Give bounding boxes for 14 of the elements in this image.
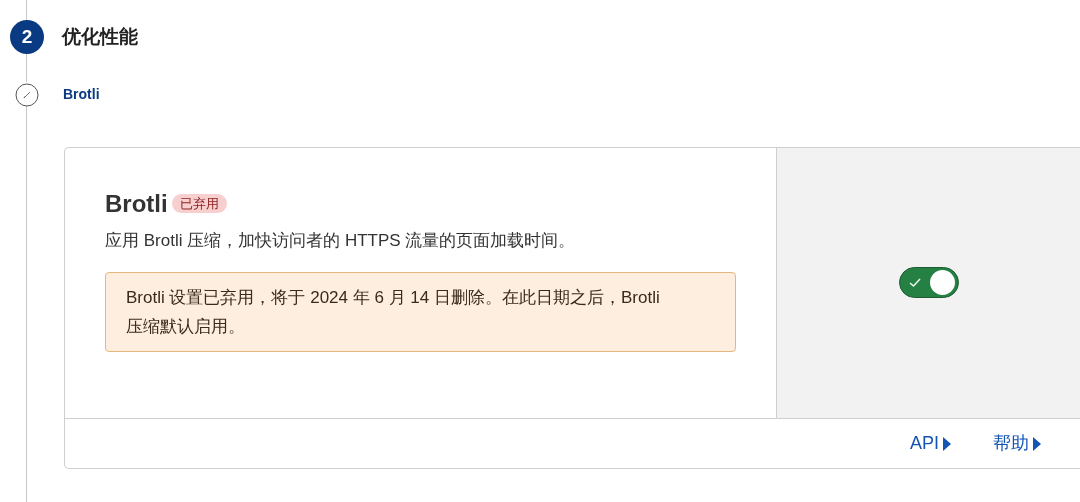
deprecated-tag: 已弃用 (171, 194, 227, 213)
footer-link[interactable]: API (910, 430, 951, 457)
triangle-icon (1033, 436, 1041, 451)
footer-link[interactable]: 帮助 (993, 430, 1041, 457)
card-description: 应用 Brotli 压缩，加快访问者的 HTTPS 流量的页面加载时间。 (105, 230, 577, 252)
toggle-switch[interactable] (899, 267, 959, 298)
check-icon (909, 277, 921, 288)
warning-alert: Brotli 设置已弃用，将于 2024 年 6 月 14 日删除。在此日期之后，Brotli 压缩默认启用。 (105, 271, 736, 352)
triangle-icon (943, 436, 951, 451)
step-number: 2 (10, 20, 44, 54)
card-title: Brotli (105, 190, 168, 217)
step-link[interactable]: Brotli (63, 83, 100, 105)
step-title: 优化性能 (62, 24, 138, 49)
pencil-icon (15, 82, 39, 107)
